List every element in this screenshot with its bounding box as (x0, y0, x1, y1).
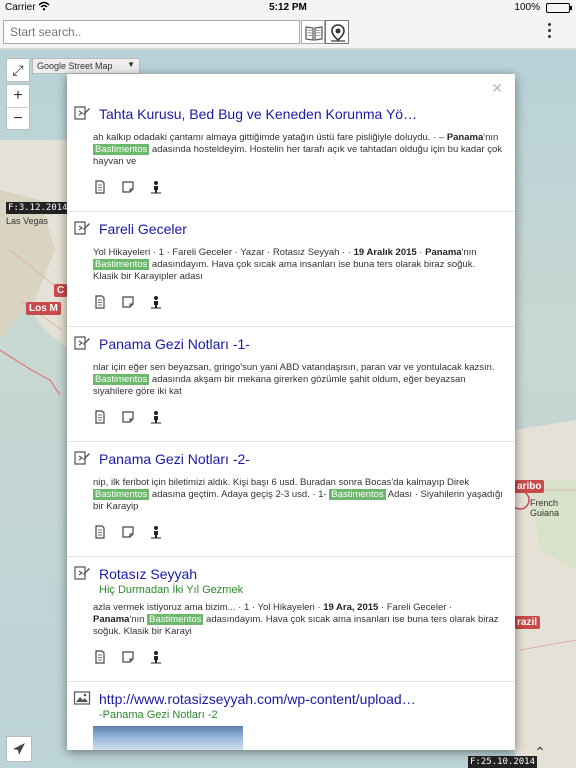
locate-me-button[interactable] (6, 736, 32, 762)
person-pin-icon[interactable] (149, 180, 163, 194)
result-snippet: ah kalkıp odadaki çantamı almaya gittiği… (93, 132, 503, 167)
search-highlight: Bastimentos (93, 489, 150, 500)
result-actions (93, 650, 177, 664)
page-icon[interactable] (93, 525, 107, 539)
result-title[interactable]: Rotasız Seyyah (99, 566, 197, 582)
map-marker-los-angeles[interactable]: Los M (26, 302, 61, 315)
person-pin-icon[interactable] (149, 650, 163, 664)
result-item[interactable]: Tahta Kurusu, Bed Bug ve Keneden Korunma… (67, 104, 515, 212)
result-title[interactable]: Tahta Kurusu, Bed Bug ve Keneden Korunma… (99, 106, 417, 122)
result-actions (93, 525, 177, 539)
note-icon[interactable] (121, 180, 135, 194)
battery-percent: 100% (514, 2, 540, 13)
search-results-panel: ✕ Tahta Kurusu, Bed Bug ve Keneden Korun… (67, 74, 515, 750)
result-item[interactable]: Rotasız Seyyah Hiç Durmadan İki Yıl Gezm… (67, 564, 515, 682)
search-highlight: Bastimentos (93, 144, 150, 155)
book-button[interactable] (301, 20, 325, 44)
snippet-bold: Panama (446, 132, 484, 143)
note-icon[interactable] (121, 410, 135, 424)
chevron-up-icon[interactable]: ⌃ (528, 740, 552, 764)
result-item[interactable]: Panama Gezi Notları -1- nlar için eğer s… (67, 334, 515, 442)
fullscreen-button[interactable]: ⤢ (6, 58, 30, 82)
book-icon (305, 26, 323, 41)
search-highlight: Bastimentos (93, 259, 150, 270)
zoom-in-button[interactable]: + (7, 85, 29, 108)
note-icon[interactable] (121, 295, 135, 309)
search-input[interactable] (3, 20, 300, 44)
map-pin-icon (331, 24, 345, 42)
result-actions (93, 410, 177, 424)
result-thumbnail[interactable] (93, 726, 243, 750)
date-label-right: F:25.10.2014 (468, 756, 538, 768)
close-icon[interactable]: ✕ (491, 80, 503, 97)
search-highlight: Bastimentos (329, 489, 386, 500)
toolbar (0, 16, 576, 49)
result-item[interactable]: Panama Gezi Notları -2- nip, ilk feribot… (67, 449, 515, 557)
page-icon[interactable] (93, 295, 107, 309)
snippet-bold: 19 Ara, 2015 (323, 602, 379, 613)
date-label-left: F:3.12.2014 (6, 202, 70, 214)
result-title[interactable]: http://www.rotasizseyyah.com/wp-content/… (99, 691, 416, 707)
map-label-brazil: razil (514, 616, 541, 629)
result-actions (93, 180, 177, 194)
note-icon[interactable] (121, 650, 135, 664)
result-snippet: nlar için eğer sen beyazsan, gringo'sun … (93, 362, 495, 397)
person-pin-icon[interactable] (149, 525, 163, 539)
document-icon (73, 219, 91, 237)
result-title[interactable]: Panama Gezi Notları -1- (99, 336, 250, 352)
result-snippet: azla vermek istiyoruz ama bizim... · 1 ·… (93, 602, 499, 637)
map-label-french-guiana: French Guiana (530, 498, 560, 518)
result-item[interactable]: Fareli Geceler Yol Hikayeleri · 1 · Fare… (67, 219, 515, 327)
document-icon (73, 449, 91, 467)
map-layer-label: Google Street Map (37, 61, 113, 71)
status-bar: Carrier 5:12 PM 100% (0, 0, 576, 16)
page-icon[interactable] (93, 180, 107, 194)
snippet-bold: Panama (425, 247, 462, 258)
search-highlight: Bastimentos (147, 614, 204, 625)
zoom-out-button[interactable]: − (7, 108, 29, 131)
image-icon (73, 689, 91, 707)
document-icon (73, 564, 91, 582)
snippet-bold: Panama (93, 614, 130, 625)
person-pin-icon[interactable] (149, 295, 163, 309)
clock: 5:12 PM (269, 2, 307, 13)
result-subtitle: -Panama Gezi Notları -2 (99, 709, 218, 721)
result-title[interactable]: Panama Gezi Notları -2- (99, 451, 250, 467)
page-icon[interactable] (93, 650, 107, 664)
result-title[interactable]: Fareli Geceler (99, 221, 187, 237)
document-icon (73, 334, 91, 352)
map-label-las-vegas: Las Vegas (6, 216, 49, 226)
chevron-down-icon: ▼ (127, 60, 135, 69)
location-pin-button[interactable] (325, 20, 349, 44)
document-icon (73, 104, 91, 122)
overflow-menu-icon[interactable] (544, 20, 554, 42)
battery-icon (546, 3, 572, 13)
snippet-bold: 19 Aralık 2015 (353, 247, 417, 258)
zoom-control: + − (6, 84, 30, 130)
result-snippet: Yol Hikayeleri · 1 · Fareli Geceler · Ya… (93, 247, 477, 282)
person-pin-icon[interactable] (149, 410, 163, 424)
map-layer-select[interactable]: Google Street Map ▼ (32, 58, 140, 74)
search-highlight: Bastimentos (93, 374, 150, 385)
page-icon[interactable] (93, 410, 107, 424)
map-marker-c[interactable]: C (54, 284, 68, 297)
navigation-arrow-icon (13, 743, 25, 755)
result-snippet: nip, ilk feribot için biletimizi aldık. … (93, 477, 503, 512)
result-actions (93, 295, 177, 309)
map-marker-paramaribo[interactable]: aribo (514, 480, 545, 493)
result-subtitle: Hiç Durmadan İki Yıl Gezmek (99, 584, 244, 596)
note-icon[interactable] (121, 525, 135, 539)
